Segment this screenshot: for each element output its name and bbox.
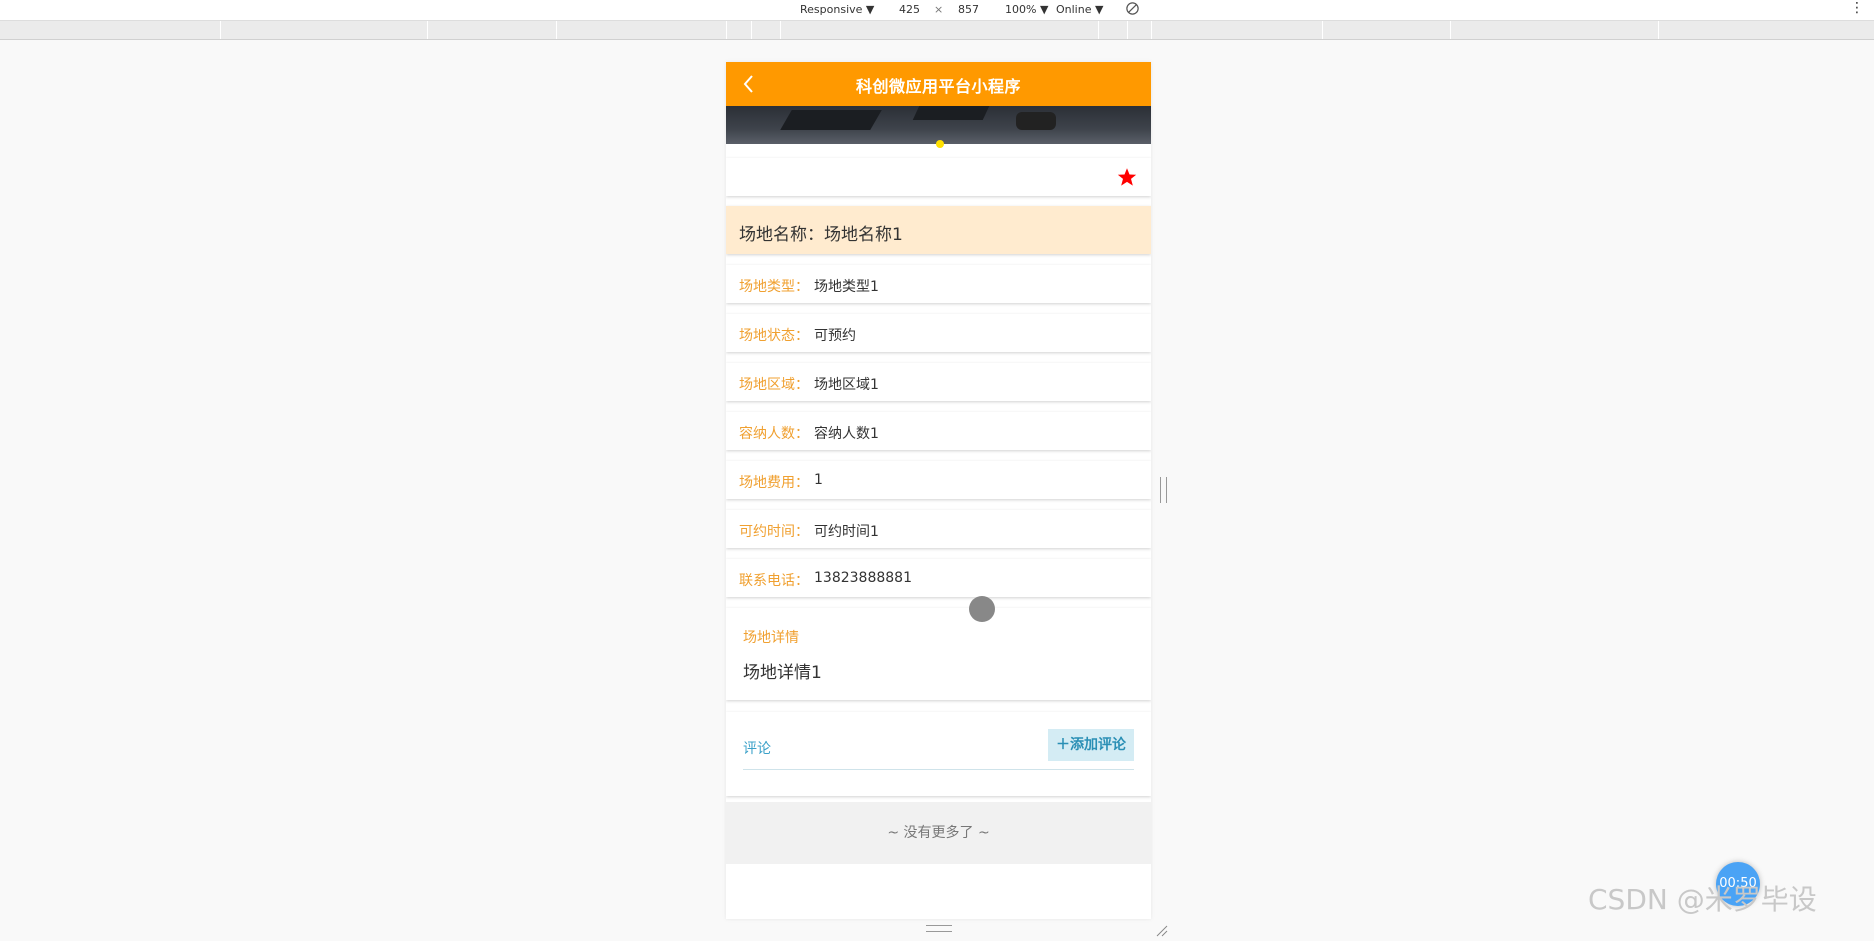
dimension-separator: × — [934, 3, 944, 16]
detail-card: 场地详情 场地详情1 — [726, 608, 1151, 700]
field-value: 场地类型1 — [814, 279, 879, 295]
app-header: 科创微应用平台小程序 — [726, 62, 1151, 106]
no-more-text: ~ 没有更多了 ~ — [726, 802, 1151, 864]
zoom-label: 100% — [1005, 3, 1037, 16]
network-throttle-select[interactable]: Online ▼ — [1056, 3, 1103, 16]
detail-label: 场地详情 — [743, 630, 799, 646]
network-label: Online — [1056, 3, 1092, 16]
viewport-width-input[interactable]: 425 — [899, 3, 920, 16]
venue-name-label: 场地名称： — [739, 225, 824, 245]
viewport-height-input[interactable]: 857 — [958, 3, 979, 16]
field-label: 联系电话： — [739, 573, 809, 589]
watermark: CSDN @米罗毕设 — [1588, 883, 1817, 916]
page-title: 科创微应用平台小程序 — [855, 77, 1021, 96]
rotate-icon[interactable] — [1125, 1, 1140, 19]
field-label: 场地区域： — [739, 377, 809, 393]
device-mode-select[interactable]: Responsive ▼ — [800, 3, 874, 16]
resize-corner-icon[interactable] — [1156, 922, 1168, 937]
field-row: 联系电话： 13823888881 — [726, 559, 1151, 597]
divider — [743, 769, 1134, 770]
resize-handle-bottom[interactable] — [926, 925, 952, 932]
field-row: 容纳人数： 容纳人数1 — [726, 412, 1151, 450]
phone-viewport: 科创微应用平台小程序 场地名称：场地名称1 场地类型： 场地类型1 场地状态： … — [726, 62, 1151, 919]
venue-name: 场地名称：场地名称1 — [739, 220, 903, 245]
field-label: 容纳人数： — [739, 426, 809, 442]
field-value: 场地区域1 — [814, 377, 879, 393]
venue-name-card: 场地名称：场地名称1 — [726, 206, 1151, 254]
media-query-ruler[interactable] — [0, 21, 1874, 40]
favorite-card — [726, 158, 1151, 196]
field-value: 13823888881 — [814, 570, 912, 586]
chevron-down-icon: ▼ — [1039, 3, 1049, 16]
field-row: 场地类型： 场地类型1 — [726, 265, 1151, 303]
detail-text: 场地详情1 — [743, 663, 822, 683]
field-label: 场地类型： — [739, 279, 809, 295]
devtools-toolbar: Responsive ▼ 425 × 857 100% ▼ Online ▼ ⋮ — [0, 0, 1874, 21]
banner-image[interactable] — [726, 106, 1151, 144]
add-comment-button[interactable]: ＋添加评论 — [1048, 729, 1134, 761]
carousel-indicator-dot[interactable] — [936, 140, 944, 148]
field-label: 场地费用： — [739, 475, 809, 491]
field-value: 可预约 — [814, 328, 856, 344]
field-label: 场地状态： — [739, 328, 809, 344]
field-row: 可约时间： 可约时间1 — [726, 510, 1151, 548]
chevron-down-icon: ▼ — [865, 3, 875, 16]
field-value: 可约时间1 — [814, 524, 879, 540]
field-row: 场地状态： 可预约 — [726, 314, 1151, 352]
comment-label: 评论 — [743, 741, 771, 757]
field-value: 1 — [814, 472, 823, 488]
field-label: 可约时间： — [739, 524, 809, 540]
device-mode-label: Responsive — [800, 3, 863, 16]
resize-handle-right[interactable] — [1160, 477, 1167, 503]
venue-name-value: 场地名称1 — [824, 225, 903, 245]
comment-card: 评论 ＋添加评论 — [726, 712, 1151, 796]
field-row: 场地区域： 场地区域1 — [726, 363, 1151, 401]
more-options-icon[interactable]: ⋮ — [1850, 0, 1864, 16]
field-value: 容纳人数1 — [814, 426, 879, 442]
chevron-down-icon: ▼ — [1094, 3, 1104, 16]
star-icon[interactable] — [1117, 167, 1137, 187]
field-row: 场地费用： 1 — [726, 461, 1151, 499]
touch-cursor — [969, 596, 995, 622]
zoom-select[interactable]: 100% ▼ — [1005, 3, 1048, 16]
